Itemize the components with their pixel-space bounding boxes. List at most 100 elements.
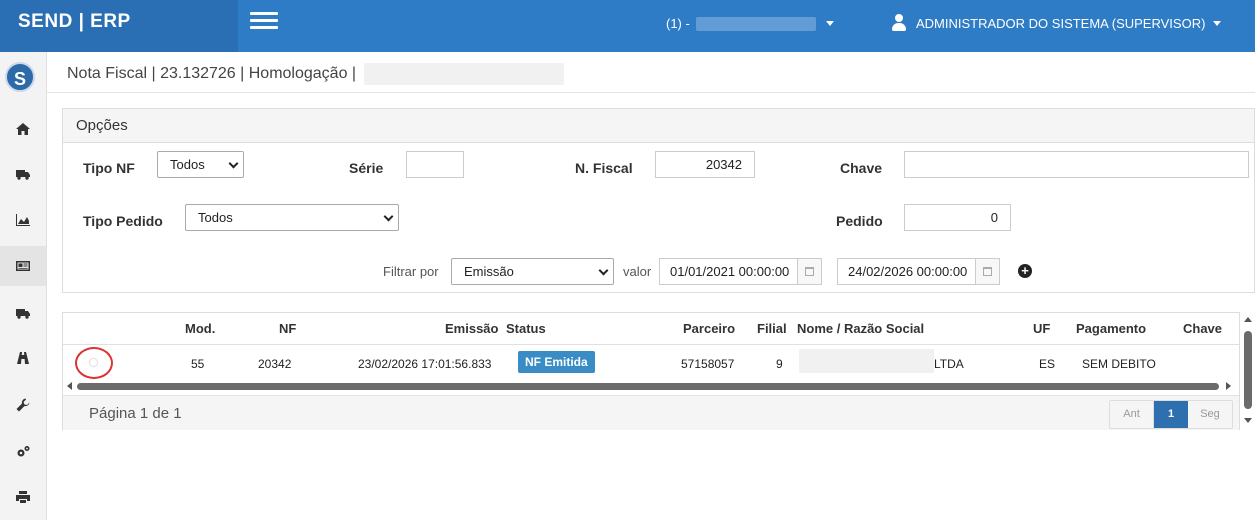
column-header[interactable]: Filial [757, 321, 787, 336]
page-info: Página 1 de 1 [89, 405, 182, 422]
cell-pagamento: SEM DEBITO [1082, 357, 1156, 371]
pagination: Ant 1 Seg [1109, 400, 1233, 429]
filtrar-por-label: Filtrar por [383, 264, 439, 279]
column-header[interactable]: UF [1033, 321, 1050, 336]
user-label: ADMINISTRADOR DO SISTEMA (SUPERVISOR) [916, 15, 1206, 31]
scroll-down-icon[interactable] [1244, 418, 1252, 423]
sidebar-item-home[interactable] [0, 109, 46, 149]
column-header[interactable]: Mod. [185, 321, 215, 336]
cell-nome-suffix: LTDA [934, 357, 964, 371]
chevron-down-icon [228, 158, 239, 169]
add-filter-icon[interactable]: + [1018, 264, 1032, 278]
chave-label: Chave [840, 160, 883, 176]
sidebar-item-chart[interactable] [0, 200, 46, 240]
n-fiscal-label: N. Fiscal [575, 160, 633, 176]
prev-page-button[interactable]: Ant [1110, 401, 1154, 428]
hamburger-menu-icon[interactable] [250, 12, 278, 32]
road-icon [17, 352, 29, 364]
partner-name-redacted [799, 349, 934, 373]
truck-icon [16, 170, 30, 180]
tipo-nf-select[interactable]: Todos [157, 151, 244, 178]
tipo-nf-value: Todos [170, 157, 205, 172]
table-row[interactable]: 55 20342 23/02/2026 17:01:56.833 NF Emit… [63, 346, 1239, 379]
sidebar-item-truck[interactable] [0, 154, 46, 194]
tipo-pedido-label: Tipo Pedido [83, 213, 163, 229]
user-icon [890, 14, 908, 32]
cell-uf: ES [1039, 357, 1056, 371]
sidebar-item-tools[interactable] [0, 385, 46, 425]
filtrar-por-value: Emissão [464, 264, 514, 279]
sidebar-item-road[interactable] [0, 338, 46, 378]
cell-parceiro: 57158057 [681, 357, 735, 371]
date-to-input[interactable]: 24/02/2026 00:00:00 [837, 258, 1000, 285]
date-from-value: 01/01/2021 00:00:00 [670, 264, 790, 279]
cell-nf: 20342 [258, 357, 292, 371]
company-name-redacted [695, 16, 816, 31]
date-to-value: 24/02/2026 00:00:00 [848, 264, 968, 279]
cell-emissao: 23/02/2026 17:01:56.833 [358, 357, 492, 371]
next-page-button[interactable]: Seg [1188, 401, 1232, 428]
print-icon [16, 491, 30, 503]
chevron-down-icon [1213, 20, 1222, 26]
area-chart-icon [16, 214, 30, 226]
serie-label: Série [349, 160, 384, 176]
scrollbar-thumb[interactable] [1244, 331, 1252, 409]
status-badge: NF Emitida [518, 351, 595, 373]
app-logo: S [5, 62, 35, 92]
tipo-pedido-value: Todos [198, 210, 233, 225]
filtrar-por-select[interactable]: Emissão [451, 258, 614, 285]
tipo-nf-label: Tipo NF [83, 160, 135, 176]
chevron-down-icon [825, 21, 834, 26]
gears-icon [17, 446, 30, 457]
sidebar-item-print[interactable] [0, 477, 46, 517]
search-icon [90, 359, 97, 366]
sidebar-item-nota-fiscal[interactable] [0, 246, 46, 286]
company-name-redacted [364, 63, 565, 85]
sidebar-item-truck-2[interactable] [0, 293, 46, 333]
column-header[interactable]: Pagamento [1076, 321, 1146, 336]
pedido-input[interactable]: 0 [904, 204, 1011, 231]
vertical-scrollbar[interactable] [1242, 314, 1254, 430]
company-prefix: (1) - [666, 16, 690, 31]
calendar-icon[interactable] [797, 259, 821, 284]
calendar-icon[interactable] [975, 259, 999, 284]
column-header[interactable]: Status [506, 321, 546, 336]
results-grid: Mod. NF Emissão Status Parceiro Filial N… [62, 312, 1240, 430]
cell-mod: 55 [191, 357, 205, 371]
chevron-down-icon [383, 211, 394, 222]
breadcrumb-text: Nota Fiscal | 23.132726 | Homologação | [67, 65, 357, 82]
n-fiscal-input[interactable]: 20342 [655, 151, 755, 178]
top-bar: SEND | ERP (1) - ADMINISTRADOR DO SISTEM… [0, 0, 1255, 52]
breadcrumb: Nota Fiscal | 23.132726 | Homologação | [67, 63, 565, 85]
scroll-left-icon[interactable] [67, 382, 72, 390]
divider [47, 92, 1255, 93]
chave-input[interactable] [904, 151, 1249, 178]
newspaper-icon [16, 261, 30, 271]
pagination-bar: Página 1 de 1 Ant 1 Seg [63, 395, 1239, 430]
truck-icon [16, 309, 30, 319]
pedido-label: Pedido [836, 213, 883, 229]
current-page-button[interactable]: 1 [1154, 401, 1188, 428]
serie-input[interactable] [406, 151, 464, 178]
column-header[interactable]: NF [279, 321, 296, 336]
tipo-pedido-select[interactable]: Todos [185, 204, 399, 231]
scroll-right-icon[interactable] [1226, 382, 1231, 390]
view-details-button[interactable] [75, 347, 113, 379]
column-header[interactable]: Emissão [445, 321, 498, 336]
grid-header: Mod. NF Emissão Status Parceiro Filial N… [63, 313, 1239, 345]
home-icon [16, 123, 30, 135]
company-selector[interactable]: (1) - [666, 16, 834, 31]
wrench-icon [16, 398, 30, 412]
column-header[interactable]: Chave [1183, 321, 1222, 336]
sidebar: S [0, 52, 47, 520]
cell-filial: 9 [776, 357, 783, 371]
scrollbar-thumb[interactable] [77, 383, 1219, 390]
sidebar-item-settings[interactable] [0, 432, 46, 472]
column-header[interactable]: Nome / Razão Social [797, 321, 924, 336]
date-from-input[interactable]: 01/01/2021 00:00:00 [659, 258, 822, 285]
valor-label: valor [623, 264, 652, 279]
user-menu[interactable]: ADMINISTRADOR DO SISTEMA (SUPERVISOR) [890, 14, 1222, 32]
horizontal-scrollbar[interactable] [63, 380, 1239, 392]
column-header[interactable]: Parceiro [683, 321, 735, 336]
scroll-up-icon[interactable] [1244, 317, 1252, 322]
